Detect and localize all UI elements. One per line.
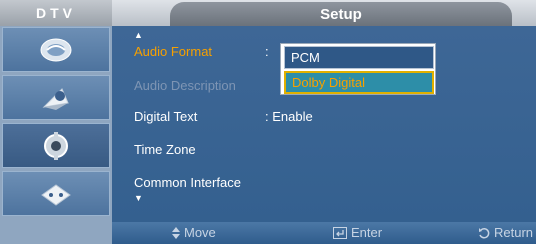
audio-format-dropdown: PCM Dolby Digital <box>280 43 436 95</box>
scroll-up-arrow-icon[interactable]: ▲ <box>134 30 143 40</box>
setup-gear-icon <box>44 131 68 160</box>
move-updown-icon <box>172 226 180 239</box>
scroll-down-arrow-icon[interactable]: ▼ <box>134 193 143 203</box>
move-hint-label: Move <box>184 225 216 240</box>
enter-icon <box>333 226 347 239</box>
return-hint-label: Return <box>494 225 534 240</box>
picture-icon <box>40 38 72 61</box>
menu-item-time-zone[interactable]: Time Zone <box>134 142 196 157</box>
menu-title: Setup <box>170 2 512 26</box>
dropdown-option-pcm[interactable]: PCM <box>284 46 434 69</box>
setup-osd: DTV Setup ▲ Audio Format: Audio Descrip… <box>0 0 536 244</box>
audio-format-separator: : <box>265 44 269 59</box>
sound-icon <box>42 87 69 110</box>
return-hint: Return <box>478 225 533 240</box>
menu-item-audio-description: Audio Description <box>134 78 236 93</box>
footer-hint-bar: Move Enter Return <box>0 222 536 244</box>
menu-item-common-interface[interactable]: Common Interface <box>134 175 241 190</box>
enter-hint: Enter <box>333 225 382 240</box>
sidebar-item-picture[interactable] <box>2 27 110 72</box>
menu-item-digital-text[interactable]: Digital Text <box>134 109 197 124</box>
sidebar-item-input[interactable] <box>2 171 110 216</box>
move-hint: Move <box>172 225 216 240</box>
digital-text-value: : Enable <box>265 109 313 124</box>
menu-item-audio-format[interactable]: Audio Format <box>134 44 212 59</box>
dropdown-option-dolby-digital[interactable]: Dolby Digital <box>284 71 434 94</box>
enter-hint-label: Enter <box>351 225 383 240</box>
source-label: DTV <box>0 0 112 26</box>
return-icon <box>479 227 490 238</box>
icon-sidebar <box>0 26 112 222</box>
header: DTV Setup <box>0 0 536 26</box>
sidebar-item-setup[interactable] <box>2 123 110 168</box>
input-icon <box>41 183 71 206</box>
sidebar-item-sound[interactable] <box>2 75 110 120</box>
settings-panel: ▲ Audio Format : Audio Description Digit… <box>112 26 536 222</box>
